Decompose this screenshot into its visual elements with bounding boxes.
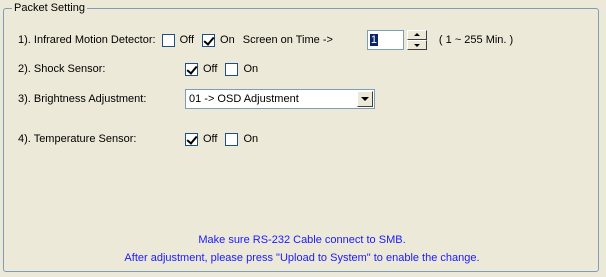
spinner-buttons	[406, 30, 427, 50]
notice-line-2: After adjustment, please press "Upload t…	[124, 252, 480, 264]
infrared-on-label: On	[220, 34, 235, 46]
range-label: ( 1 ~ 255 Min. )	[438, 34, 514, 46]
infrared-off-option[interactable]: Off	[161, 33, 195, 47]
temperature-off-checkbox[interactable]	[185, 132, 198, 146]
temperature-on-label: On	[243, 133, 259, 145]
chevron-down-icon[interactable]	[357, 91, 373, 107]
infrared-label: 1). Infrared Motion Detector:	[18, 34, 156, 46]
temperature-off-option[interactable]: Off	[185, 132, 218, 146]
infrared-row: 1). Infrared Motion Detector: Off On Scr…	[18, 30, 514, 50]
shock-off-option[interactable]: Off	[185, 62, 218, 76]
group-title: Packet Setting	[12, 1, 87, 15]
brightness-row: 3). Brightness Adjustment:	[18, 90, 146, 108]
screen-time-label: Screen on Time ->	[242, 34, 333, 46]
notice-line-1: Make sure RS-232 Cable connect to SMB.	[198, 234, 406, 246]
packet-setting-group: Packet Setting 1). Infrared Motion Detec…	[3, 1, 599, 272]
brightness-select[interactable]: 01 -> OSD Adjustment	[185, 89, 375, 109]
spinner-up-button[interactable]	[406, 30, 427, 40]
shock-on-label: On	[243, 63, 259, 75]
infrared-on-checkbox[interactable]	[202, 33, 216, 47]
shock-off-label: Off	[203, 63, 218, 75]
spinner-down-button[interactable]	[406, 40, 427, 50]
shock-on-checkbox[interactable]	[225, 62, 239, 76]
screen-time-input[interactable]: 1	[366, 30, 404, 50]
shock-off-checkbox[interactable]	[185, 62, 198, 76]
shock-row: 2). Shock Sensor: Off On	[18, 60, 258, 78]
infrared-on-option[interactable]: On	[202, 33, 235, 47]
temperature-on-checkbox[interactable]	[225, 132, 239, 146]
temperature-label: 4). Temperature Sensor:	[18, 133, 137, 145]
infrared-off-checkbox[interactable]	[161, 33, 175, 47]
temperature-off-label: Off	[203, 133, 218, 145]
brightness-label: 3). Brightness Adjustment:	[18, 93, 147, 105]
brightness-selected-value: 01 -> OSD Adjustment	[189, 93, 299, 105]
temperature-row: 4). Temperature Sensor: Off On	[18, 130, 258, 148]
infrared-off-label: Off	[179, 34, 195, 46]
shock-label: 2). Shock Sensor:	[18, 63, 106, 75]
screen-time-spinner[interactable]: 1	[366, 30, 427, 50]
shock-on-option[interactable]: On	[225, 62, 259, 76]
temperature-on-option[interactable]: On	[225, 132, 259, 146]
